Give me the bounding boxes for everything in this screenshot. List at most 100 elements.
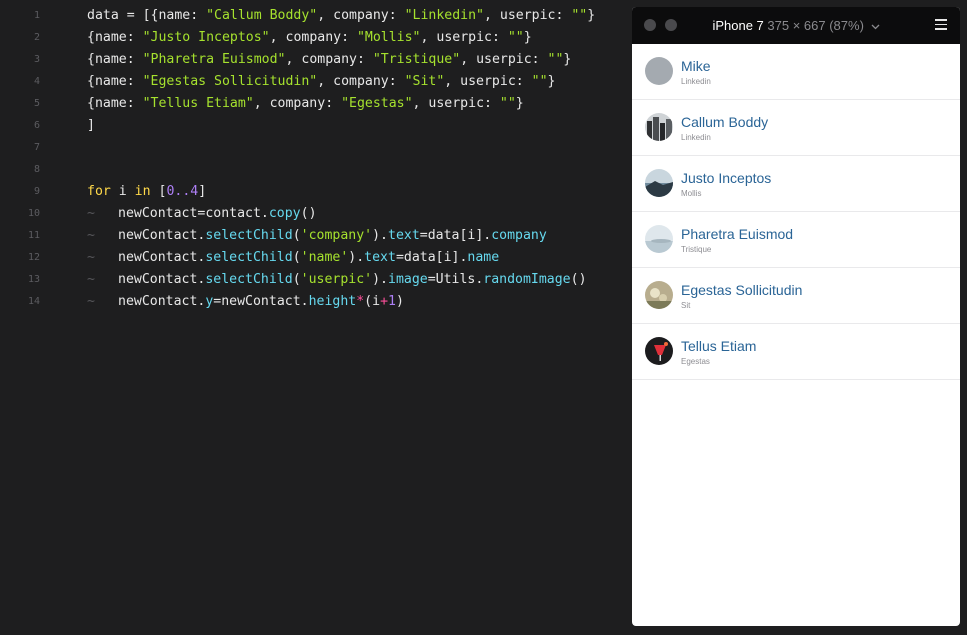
code-line[interactable]: 13 ~ newContact.selectChild('userpic').ima… [0, 269, 625, 291]
code-token: newContact. [118, 272, 206, 287]
device-size: 375 × 667 (87%) [767, 18, 864, 33]
code-token: 1 [388, 294, 396, 309]
code-token: ] [87, 118, 95, 133]
line-number: 8 [33, 164, 40, 175]
code-text: ] [87, 115, 95, 137]
code-token: =newContact. [213, 294, 309, 309]
code-token: , userpic: [460, 52, 548, 67]
code-token: , userpic: [444, 74, 532, 89]
contact-row[interactable]: Justo Inceptos Mollis [632, 156, 960, 212]
contact-name: Tellus Etiam [681, 338, 757, 354]
code-token: () [300, 206, 317, 221]
code-token: "Callum Boddy" [206, 8, 318, 23]
code-token: data = [{name: [87, 8, 207, 23]
contact-company: Linkedin [681, 77, 711, 86]
device-selector[interactable]: iPhone 7 375 × 667 (87%) [632, 7, 960, 44]
code-line[interactable]: 1 data = [{name: "Callum Boddy", company:… [0, 5, 625, 27]
line-number: 13 [27, 274, 40, 285]
code-token: ). [372, 228, 388, 243]
code-token: ( [292, 272, 301, 287]
code-token: newContact. [118, 228, 206, 243]
line-number: 5 [33, 98, 40, 109]
code-token: * [356, 294, 365, 309]
code-line[interactable]: 5 {name: "Tellus Etiam", company: "Egesta… [0, 93, 625, 115]
line-number: 2 [33, 32, 40, 43]
code-token: "Linkedin" [404, 8, 484, 23]
hamburger-menu-icon[interactable] [935, 19, 947, 30]
code-line[interactable]: 7 [0, 137, 625, 159]
code-token: } [515, 96, 524, 111]
code-token: "Tristique" [372, 52, 461, 67]
avatar [645, 169, 673, 197]
code-token: 'company' [300, 228, 373, 243]
code-line[interactable]: 2 {name: "Justo Inceptos", company: "Moll… [0, 27, 625, 49]
code-token: , company: [269, 30, 357, 45]
code-token: } [587, 8, 596, 23]
code-text: {name: "Tellus Etiam", company: "Egestas… [87, 93, 524, 115]
code-line[interactable]: 9 for i in [0..4] [0, 181, 625, 203]
code-token: "Egestas Sollicitudin" [142, 74, 318, 89]
code-token: [ [150, 184, 167, 199]
code-token: for [87, 184, 111, 199]
code-text: newContact.selectChild('name').text=data… [118, 247, 499, 269]
code-text: newContact.selectChild('userpic').image=… [118, 269, 587, 291]
code-token: ( [292, 228, 301, 243]
code-token: newContact. [118, 294, 206, 309]
code-token: =Utils. [427, 272, 484, 287]
contact-row[interactable]: Mike Linkedin [632, 44, 960, 100]
code-token: 0..4 [166, 184, 199, 199]
code-token: , userpic: [484, 8, 572, 23]
code-token: "" [499, 96, 516, 111]
device-preview: iPhone 7 375 × 667 (87%) Mike Linkedin Cal… [632, 7, 960, 626]
code-line[interactable]: 6] [0, 115, 625, 137]
avatar [645, 337, 673, 365]
code-token: {name: [87, 52, 143, 67]
line-number: 4 [33, 76, 40, 87]
code-line[interactable]: 12 ~ newContact.selectChild('name').text=d… [0, 247, 625, 269]
contact-row[interactable]: Pharetra Euismod Tristique [632, 212, 960, 268]
code-token: =data[i]. [395, 250, 468, 265]
code-token: () [570, 272, 587, 287]
code-token: "Sit" [404, 74, 445, 89]
code-line[interactable]: 10 ~ newContact=contact.copy() [0, 203, 625, 225]
code-token: } [563, 52, 572, 67]
line-number: 10 [27, 208, 40, 219]
code-token: } [523, 30, 532, 45]
contact-row[interactable]: Egestas Sollicitudin Sit [632, 268, 960, 324]
code-token: randomImage [483, 272, 571, 287]
code-text: {name: "Justo Inceptos", company: "Molli… [87, 27, 532, 49]
code-token: "Egestas" [341, 96, 413, 111]
contact-name: Pharetra Euismod [681, 226, 794, 242]
device-name: iPhone 7 [712, 18, 764, 33]
code-token: ). [372, 272, 388, 287]
contact-company: Tristique [681, 245, 712, 254]
contact-row[interactable]: Callum Boddy Linkedin [632, 100, 960, 156]
contact-company: Mollis [681, 189, 702, 198]
indent-marker: ~ [87, 228, 95, 243]
code-token: image [388, 272, 428, 287]
code-token: {name: [87, 30, 143, 45]
code-line[interactable]: 4 {name: "Egestas Sollicitudin", company:… [0, 71, 625, 93]
line-number: 14 [27, 296, 40, 307]
chevron-down-icon [871, 24, 879, 29]
line-number: 1 [33, 10, 40, 21]
line-number: 7 [33, 142, 40, 153]
code-line[interactable]: 11 ~ newContact.selectChild('company').tex… [0, 225, 625, 247]
contact-name: Mike [681, 58, 711, 74]
code-token: + [380, 294, 389, 309]
contact-list: Mike Linkedin Callum Boddy Linkedin Justo In… [632, 44, 960, 380]
code-token: ] [198, 184, 207, 199]
code-token: , company: [317, 74, 405, 89]
code-line[interactable]: 8 [0, 159, 625, 181]
code-editor[interactable]: 1 data = [{name: "Callum Boddy" , company:… [0, 0, 625, 635]
line-number: 9 [33, 186, 40, 197]
code-token: "Mollis" [356, 30, 421, 45]
code-token: ( [292, 250, 301, 265]
avatar [645, 225, 673, 253]
code-line[interactable]: 14 ~ newContact.y=newContact.height*(i+1) [0, 291, 625, 313]
avatar [645, 113, 673, 141]
contact-row[interactable]: Tellus Etiam Egestas [632, 324, 960, 380]
indent-marker: ~ [87, 294, 95, 309]
code-token: "Pharetra Euismod" [142, 52, 286, 67]
code-line[interactable]: 3 {name: "Pharetra Euismod", company: "Tr… [0, 49, 625, 71]
